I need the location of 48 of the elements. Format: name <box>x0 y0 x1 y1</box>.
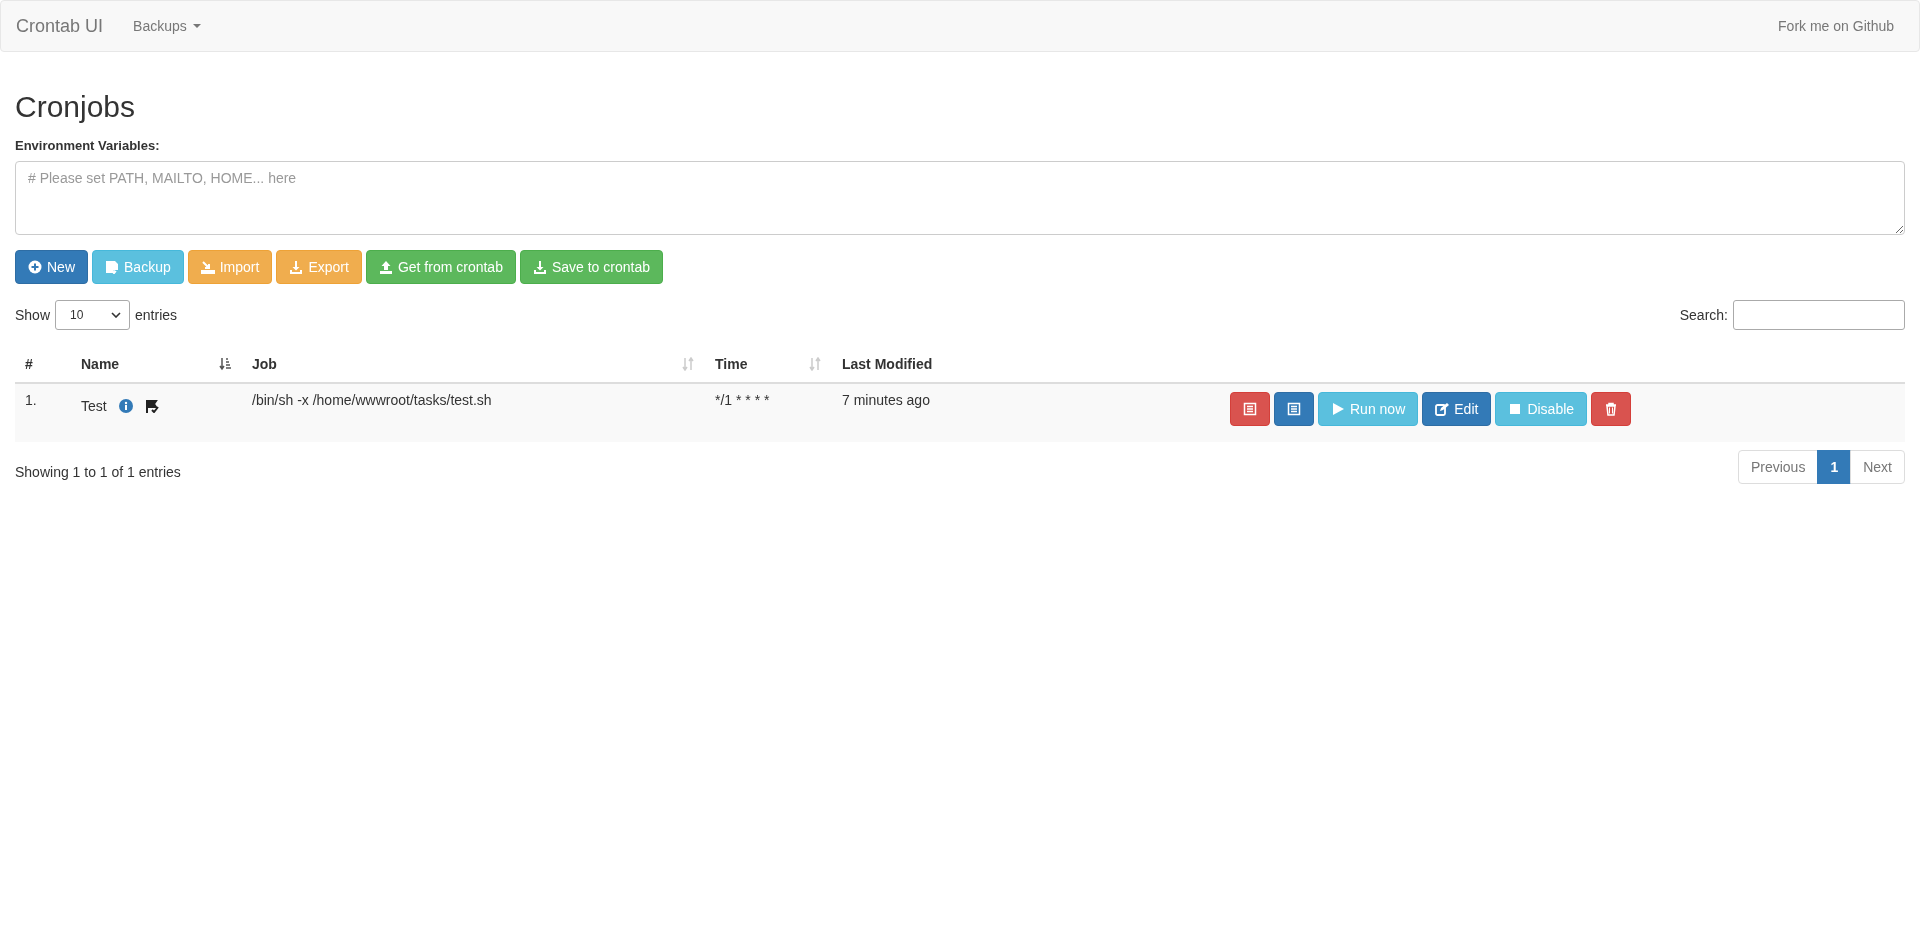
column-header: # <box>25 356 33 372</box>
trash-icon <box>1604 402 1619 416</box>
page-title: Cronjobs <box>15 90 137 124</box>
plus-circle-icon <box>28 260 42 274</box>
action-button[interactable] <box>1230 392 1270 426</box>
table-cell: 7 minutes ago <box>832 383 1220 442</box>
column-header: Name <box>81 356 120 372</box>
upload-icon <box>378 260 393 274</box>
list-icon <box>1287 402 1301 416</box>
table-cell: Test <box>81 398 107 414</box>
action-button[interactable]: Edit <box>1422 392 1492 426</box>
search-label: Search: <box>1679 307 1728 323</box>
edit-icon <box>1435 402 1450 416</box>
flag-check-icon <box>144 399 159 413</box>
info-icon <box>118 399 133 413</box>
entries-label: entries <box>135 307 178 323</box>
download-icon <box>532 260 547 274</box>
save-icon <box>105 260 119 274</box>
toolbar-button[interactable]: Save to crontab <box>519 250 663 284</box>
backups-menu[interactable]: Backups <box>133 18 201 34</box>
brand-link[interactable]: Crontab UI <box>16 15 104 37</box>
column-header: Job <box>252 356 277 372</box>
sort-ascending-icon[interactable] <box>219 357 232 371</box>
show-label: Show <box>15 307 51 323</box>
caret-icon <box>192 24 201 28</box>
search-field[interactable] <box>1733 300 1905 330</box>
action-button[interactable] <box>1274 392 1314 426</box>
toolbar-button[interactable]: New <box>15 250 88 284</box>
download-icon <box>289 260 304 274</box>
table-cell: 1. <box>15 383 71 442</box>
github-link[interactable]: Fork me on Github <box>1778 18 1894 34</box>
list-icon <box>1243 402 1257 416</box>
table-cell: /bin/sh -x /home/wwwroot/tasks/test.sh <box>242 383 705 442</box>
page-link[interactable]: 1 <box>1817 450 1852 484</box>
toolbar-button[interactable]: Get from crontab <box>365 250 516 284</box>
import-icon <box>200 260 215 274</box>
env-textarea[interactable]: # Please set PATH, MAILTO, HOME... here <box>15 161 1905 235</box>
column-header: Last Modified <box>842 356 933 372</box>
field-label: Environment Variables: <box>15 138 161 153</box>
table-cell: */1 * * * * <box>705 383 832 442</box>
entries-select[interactable]: 10 <box>55 300 131 330</box>
action-button[interactable] <box>1591 392 1632 426</box>
table-info: Showing 1 to 1 of 1 entries <box>15 464 181 480</box>
chevron-down-icon <box>111 312 122 318</box>
page-link[interactable]: Next <box>1850 450 1905 484</box>
column-header: Time <box>715 356 748 372</box>
play-icon <box>1331 402 1345 416</box>
stop-icon <box>1508 402 1523 416</box>
